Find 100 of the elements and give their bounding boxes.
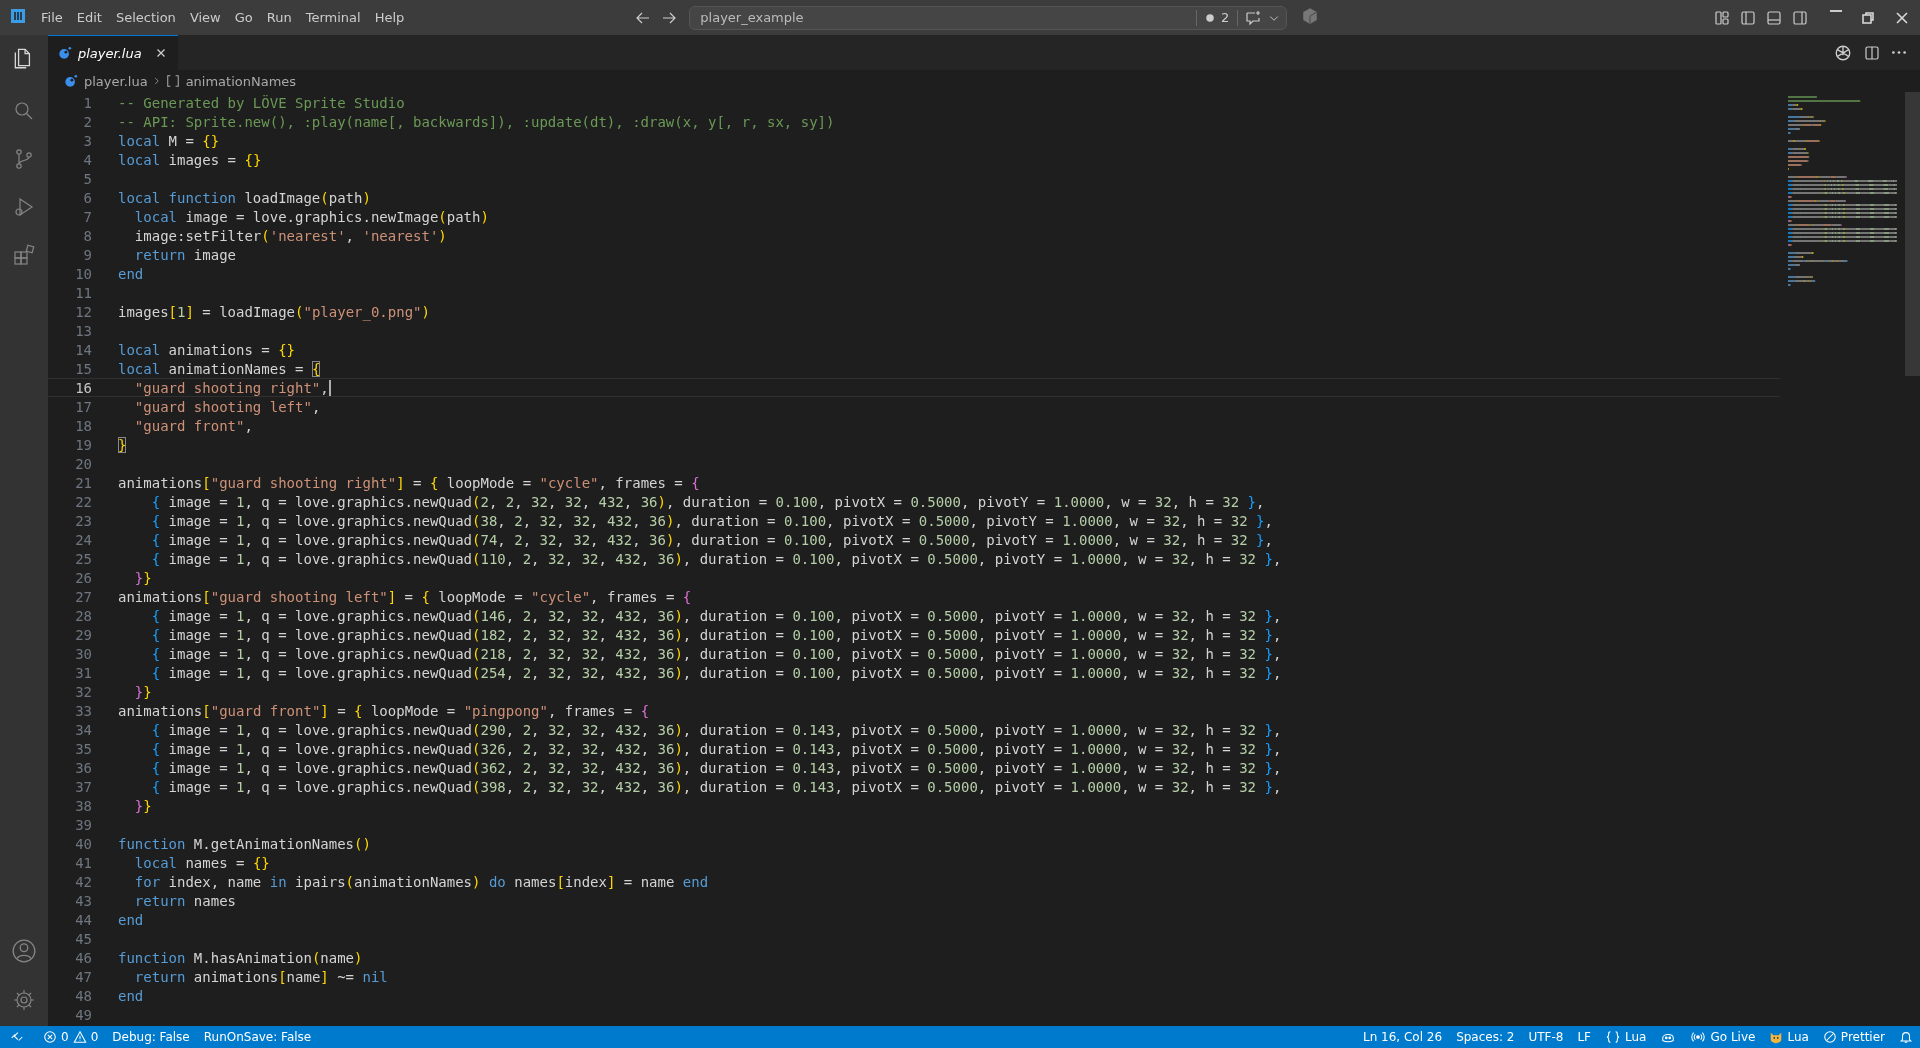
line-number: 28 (74, 607, 93, 624)
code-line: animations["guard shooting left"] = { loopMode = "cycle", frames = { (118, 588, 693, 605)
code-line: }} (133, 683, 153, 700)
array-brackets-icon (165, 74, 180, 88)
code-line: local images = {} (118, 151, 263, 168)
line-number: 31 (74, 664, 93, 681)
sidebar-left-icon (1740, 9, 1756, 26)
code-line: animations["guard front"] = { loopMode = "pingpong", frames = { (118, 702, 651, 719)
code-line: return image (133, 246, 237, 263)
line-number: 32 (74, 683, 93, 700)
code-line: { image = 1, q = love.graphics.newQuad(74, 2, 32, 32, 432, 36), duration = 0.100, pivotX = 0.5000, pivotY = 1.0000, w = 32, h = 32 }, (150, 531, 1274, 548)
line-number: 41 (74, 854, 93, 871)
broadcast-icon (1690, 1030, 1707, 1044)
line-number: 17 (74, 398, 93, 415)
code-line: local animations = {} (118, 341, 297, 358)
code-line: "guard shooting right", (133, 379, 330, 396)
line-number: 20 (74, 455, 93, 472)
language-button[interactable]: Lua (1598, 1026, 1654, 1048)
bell-icon (1899, 1030, 1913, 1044)
code-line: { image = 1, q = love.graphics.newQuad(254, 2, 32, 32, 432, 36), duration = 0.100, pivotX = 0.5000, pivotY = 1.0000, w = 32, h = 32 }, (150, 664, 1283, 681)
line-number: 21 (74, 474, 93, 491)
code-line: { image = 1, q = love.graphics.newQuad(38, 2, 32, 32, 432, 36), duration = 0.100, pivotX = 0.5000, pivotY = 1.0000, w = 32, h = 32 }, (150, 512, 1274, 529)
line-number: 14 (74, 341, 93, 358)
line-number: 44 (74, 911, 93, 928)
line-number: 15 (74, 360, 93, 377)
code-line: return animations[name] ~= nil (133, 968, 389, 985)
line-number: 29 (74, 626, 93, 643)
code-line: end (118, 911, 145, 928)
editor-tab[interactable]: player.lua (48, 35, 178, 70)
menu-item[interactable]: Run (259, 6, 299, 29)
breadcrumb-item[interactable]: player.lua (64, 73, 148, 89)
lua-file-icon (58, 46, 72, 60)
line-number: 45 (74, 930, 93, 947)
menu-item[interactable]: Edit (69, 6, 109, 29)
scrollbar-thumb[interactable] (1905, 92, 1920, 376)
code-line: { image = 1, q = love.graphics.newQuad(326, 2, 32, 32, 432, 36), duration = 0.143, pivotX = 0.5000, pivotY = 1.0000, w = 32, h = 32 }, (150, 740, 1283, 757)
code-line: local image = love.graphics.newImage(path) (133, 208, 490, 225)
problems-button[interactable]: 0 0 (36, 1026, 106, 1048)
code-line: function M.hasAnimation(name) (118, 949, 364, 966)
code-line: "guard shooting left", (133, 398, 322, 415)
menu-item[interactable]: Go (227, 6, 260, 29)
line-number: 35 (74, 740, 93, 757)
menu-item[interactable]: Terminal (298, 6, 368, 29)
menu-item[interactable]: View (182, 6, 228, 29)
line-number: 8 (82, 227, 93, 244)
account-icon (11, 938, 37, 964)
code-line: { image = 1, q = love.graphics.newQuad(2, 2, 32, 32, 432, 36), duration = 0.100, pivotX = 0.5000, pivotY = 1.0000, w = 32, h = 32 }, (150, 493, 1266, 510)
status-item[interactable]: Spaces: 2 (1449, 1026, 1522, 1048)
extensions-icon (12, 243, 36, 267)
line-number: 27 (74, 588, 93, 605)
code-line: end (118, 265, 145, 282)
line-number: 10 (74, 265, 93, 282)
cube-icon (1301, 7, 1320, 25)
cat-icon (1769, 1030, 1784, 1044)
line-number: 43 (74, 892, 93, 909)
status-item[interactable]: LF (1570, 1026, 1598, 1048)
line-number: 2 (82, 113, 93, 130)
code-line: animations["guard shooting right"] = { loopMode = "cycle", frames = { (118, 474, 701, 491)
line-number: 11 (74, 284, 93, 301)
code-line: "guard front", (133, 417, 254, 434)
prettier-button[interactable]: Prettier (1815, 1026, 1892, 1048)
code-line: { image = 1, q = love.graphics.newQuad(110, 2, 32, 32, 432, 36), duration = 0.100, pivotX = 0.5000, pivotY = 1.0000, w = 32, h = 32 }, (150, 550, 1283, 567)
code-line: local function loadImage(path) (118, 189, 372, 206)
status-item[interactable]: RunOnSave: False (196, 1026, 319, 1048)
code-line: -- Generated by LÖVE Sprite Studio (118, 94, 406, 111)
code-line: function M.getAnimationNames() (118, 835, 372, 852)
lua-status-button[interactable]: Lua (1762, 1026, 1816, 1048)
menu-item[interactable]: Selection (108, 6, 183, 29)
line-number: 18 (74, 417, 93, 434)
go-live-button[interactable]: Go Live (1683, 1026, 1763, 1048)
code-line: local M = {} (118, 132, 221, 149)
code-line: return names (133, 892, 237, 909)
line-number: 6 (82, 189, 93, 206)
menu-item[interactable]: Help (367, 6, 412, 29)
command-center[interactable]: player_example 2 (689, 5, 1288, 30)
app-logo-icon (10, 8, 26, 24)
code-line: }} (133, 569, 153, 586)
menu-item[interactable]: File (34, 6, 70, 29)
panel-bottom-icon (1766, 9, 1782, 26)
status-item[interactable]: Ln 16, Col 26 (1355, 1026, 1450, 1048)
code-line: } (118, 436, 128, 453)
error-icon (43, 1030, 57, 1044)
line-number: 22 (74, 493, 93, 510)
sidebar-right-icon (1792, 9, 1808, 26)
line-number: 25 (74, 550, 93, 567)
line-number: 19 (74, 436, 93, 453)
line-number: 13 (74, 322, 93, 339)
code-line: local animationNames = { (118, 360, 322, 377)
dot-icon (1205, 12, 1215, 23)
changes-indicator[interactable]: 2 (1196, 9, 1238, 26)
status-item[interactable]: UTF-8 (1521, 1026, 1571, 1048)
prohibited-icon (1822, 1030, 1837, 1044)
breadcrumb-item[interactable]: animationNames (165, 73, 297, 89)
code-line: { image = 1, q = love.graphics.newQuad(146, 2, 32, 32, 432, 36), duration = 0.100, pivotX = 0.5000, pivotY = 1.0000, w = 32, h = 32 }, (150, 607, 1283, 624)
status-item[interactable]: Debug: False (105, 1026, 197, 1048)
line-number: 5 (82, 170, 93, 187)
code-line: { image = 1, q = love.graphics.newQuad(218, 2, 32, 32, 432, 36), duration = 0.100, pivotX = 0.5000, pivotY = 1.0000, w = 32, h = 32 }, (150, 645, 1283, 662)
chat-sparkle-icon (1244, 9, 1263, 26)
line-number: 24 (74, 531, 93, 548)
restore-icon (1860, 9, 1876, 26)
